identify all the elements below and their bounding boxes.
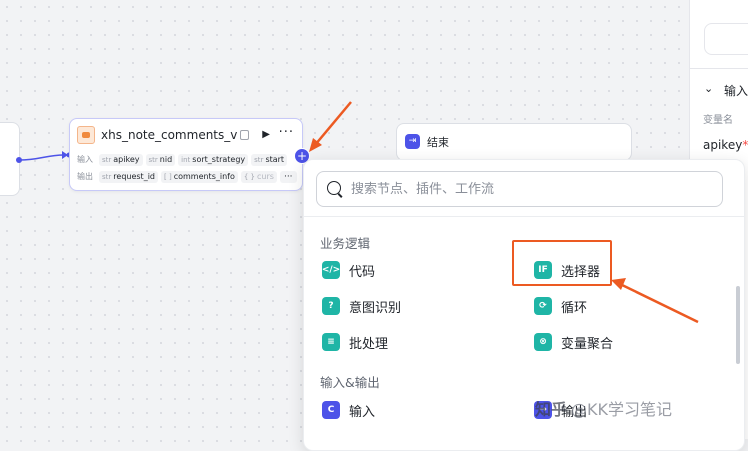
- node-header: xhs_note_comments_v ▶ ···: [77, 125, 296, 144]
- loop-icon: ⟳: [534, 297, 552, 315]
- param-tag: [ ] comments_info: [161, 170, 238, 183]
- param-tag: str start: [251, 153, 288, 166]
- plugin-icon: [77, 126, 95, 144]
- param-tag: { } curs: [240, 170, 277, 183]
- input-icon: C: [322, 401, 340, 419]
- more-icon[interactable]: ···: [279, 125, 294, 140]
- param-tag: str nid: [145, 153, 176, 166]
- intent-icon: ?: [322, 297, 340, 315]
- node-item-label: 代码: [349, 264, 376, 280]
- node-item-label: 意图识别: [349, 300, 402, 316]
- panel-section-title[interactable]: 输入: [724, 82, 748, 99]
- zhihu-logo: 知乎: [535, 400, 568, 419]
- node-item-loop[interactable]: ⟳ 循环: [534, 295, 587, 317]
- code-icon: </>: [322, 261, 340, 279]
- group-title-business-logic: 业务逻辑: [320, 236, 371, 251]
- node-item-input[interactable]: C 输入: [322, 399, 375, 421]
- annotation-highlight-box: [512, 240, 612, 286]
- popup-scrollbar[interactable]: [736, 286, 740, 364]
- node-item-label: 批处理: [349, 336, 389, 352]
- watermark-text: @KK学习笔记: [571, 400, 673, 419]
- search-icon: [327, 181, 341, 195]
- input-label: 输入: [77, 155, 93, 164]
- var-name-label: 变量名: [703, 115, 733, 126]
- output-label: 输出: [77, 172, 93, 181]
- plugin-node[interactable]: xhs_note_comments_v ▶ ··· 输入 str apikey s…: [69, 118, 303, 191]
- node-title: xhs_note_comments_v: [101, 128, 238, 142]
- watermark: 知乎 @KK学习笔记: [535, 396, 672, 420]
- end-icon: ⇥: [405, 134, 420, 149]
- aggregate-icon: ⊗: [534, 333, 552, 351]
- var-name: apikey*: [703, 138, 748, 152]
- node-item-batch[interactable]: ≡ 批处理: [322, 331, 388, 353]
- node-item-intent[interactable]: ? 意图识别: [322, 295, 401, 317]
- node-picker-popup: 业务逻辑 </> 代码 IF 选择器 ? 意图识别 ⟳ 循环 ≡ 批处理 ⊗ 变…: [303, 159, 745, 451]
- input-params-row: 输入 str apikey str nid int sort_strategy str…: [77, 153, 290, 166]
- version-icon: [240, 130, 250, 140]
- group-title-input-output: 输入&输出: [320, 375, 380, 390]
- node-item-aggregate[interactable]: ⊗ 变量聚合: [534, 331, 613, 353]
- panel-divider: [690, 68, 748, 69]
- run-icon[interactable]: ▶: [262, 129, 270, 140]
- batch-icon: ≡: [322, 333, 340, 351]
- param-tag: str request_id: [99, 170, 158, 183]
- node-item-code[interactable]: </> 代码: [322, 259, 375, 281]
- panel-top-input[interactable]: [704, 23, 748, 55]
- node-item-label: 循环: [561, 300, 588, 316]
- node-item-label: 变量聚合: [561, 336, 614, 352]
- search-input[interactable]: [349, 172, 713, 206]
- end-node-title: 结束: [427, 136, 449, 149]
- previous-node[interactable]: [0, 122, 20, 196]
- chevron-down-icon[interactable]: ⌄: [704, 82, 713, 95]
- more-params-tag[interactable]: ···: [279, 170, 297, 183]
- param-tag: str apikey: [99, 153, 143, 166]
- popup-divider: [304, 216, 744, 217]
- param-tag: int sort_strategy: [178, 153, 249, 166]
- node-item-label: 输入: [349, 404, 376, 420]
- output-params-row: 输出 str request_id [ ] comments_info { } cur…: [77, 170, 300, 183]
- search-box[interactable]: [316, 171, 723, 207]
- end-node[interactable]: ⇥ 结束: [396, 123, 632, 161]
